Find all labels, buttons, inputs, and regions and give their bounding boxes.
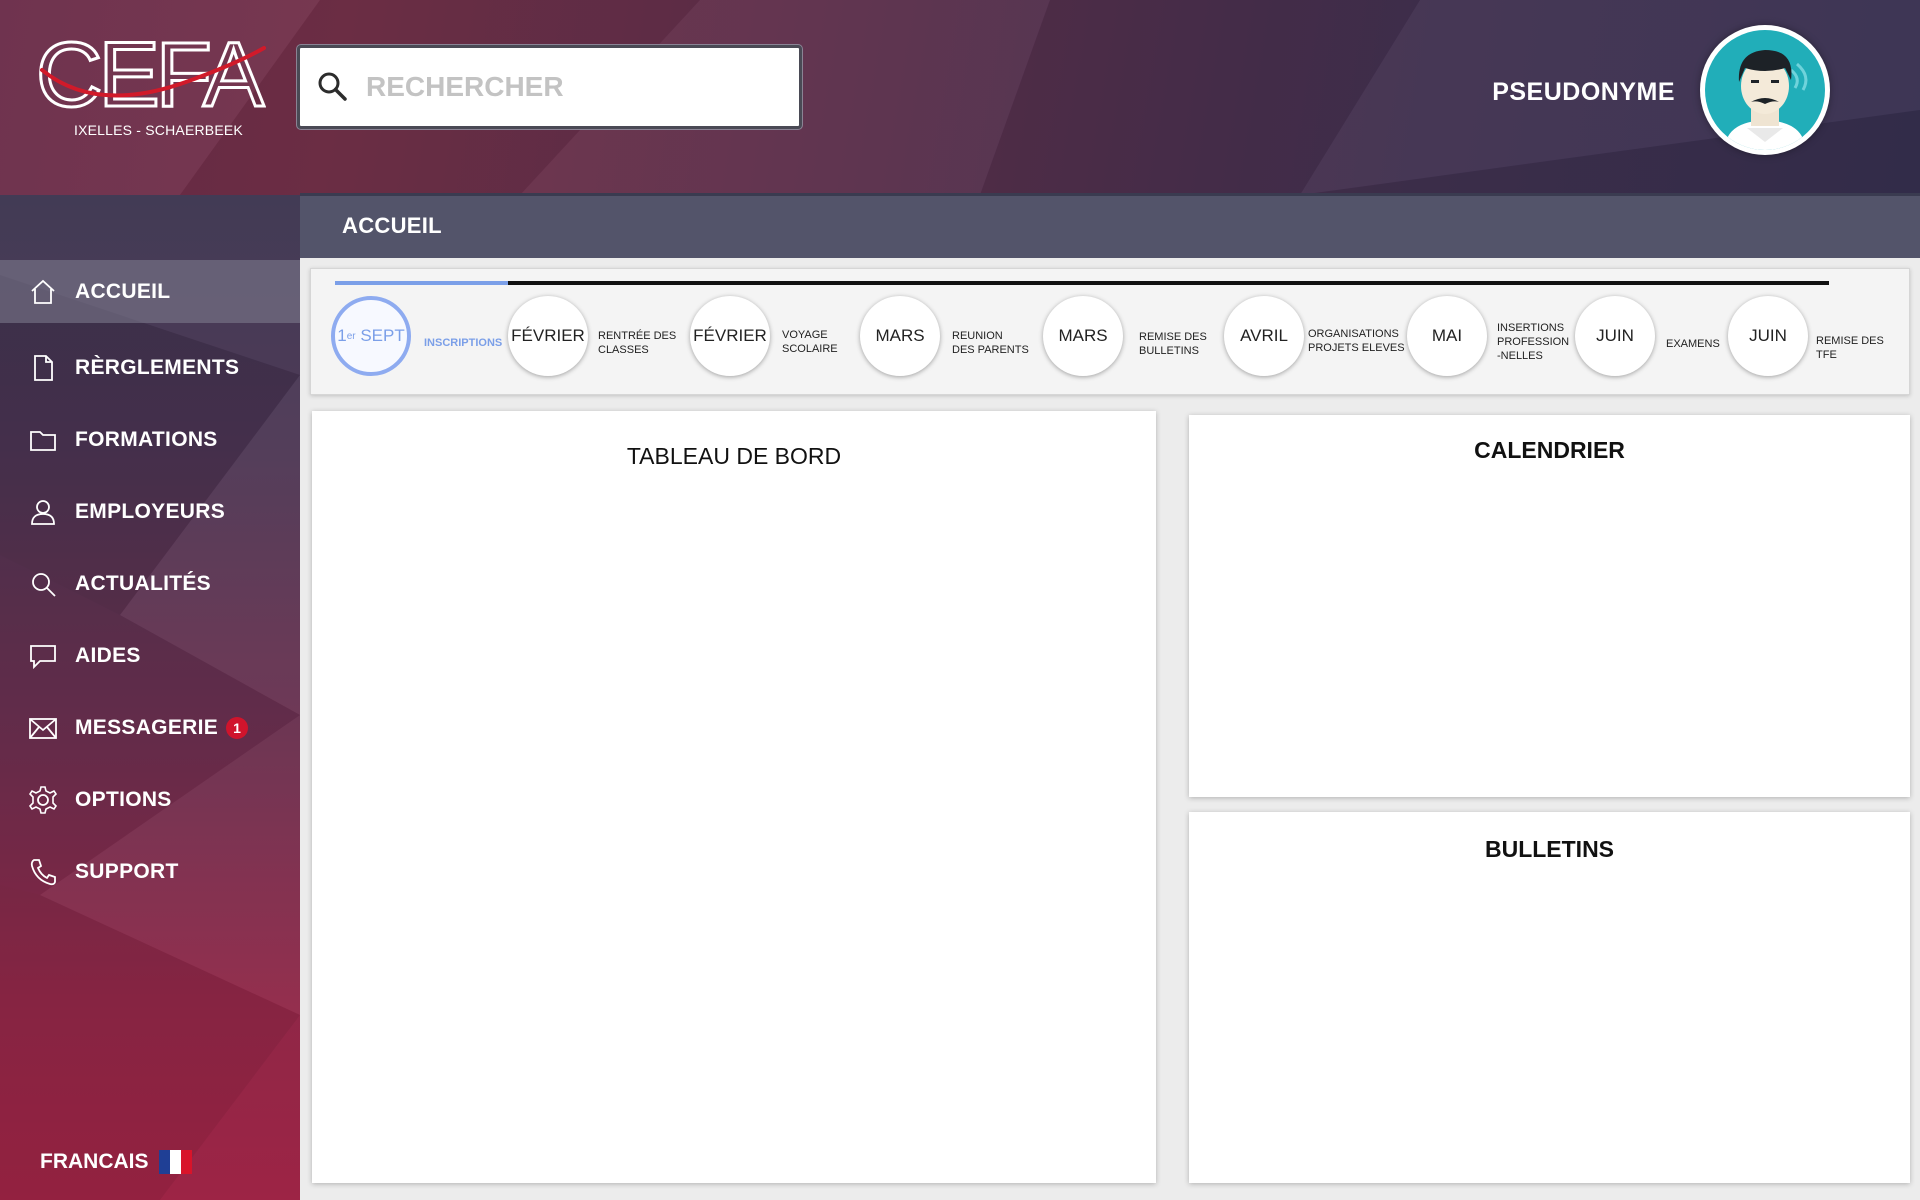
envelope-icon: [29, 718, 57, 739]
user-avatar-illustration: [1705, 30, 1825, 150]
home-icon: [31, 279, 55, 304]
sidebar-item-aides[interactable]: AIDES: [0, 620, 300, 692]
sidebar-nav: ACCUEIL RÈRGLEMENTS FORMATIONS EMPLOYEUR…: [0, 260, 300, 908]
timeline-node[interactable]: JUIN: [1575, 296, 1655, 376]
phone-icon: [30, 859, 56, 886]
timeline-date-sup: er: [346, 330, 356, 342]
sidebar-item-label: AIDES: [75, 644, 141, 667]
sidebar-item-support[interactable]: SUPPORT: [0, 836, 300, 908]
user-pseudonym[interactable]: PSEUDONYME: [1492, 78, 1675, 107]
avatar[interactable]: [1700, 25, 1830, 155]
user-icon: [31, 500, 55, 525]
folder-icon: [30, 431, 56, 451]
document-icon: [34, 355, 53, 381]
sidebar-item-label: ACCUEIL: [75, 279, 171, 303]
unread-badge: 1: [226, 717, 249, 739]
search-icon: [32, 573, 56, 597]
sidebar-item-label: OPTIONS: [75, 788, 172, 811]
timeline-date: FÉVRIER: [693, 326, 767, 345]
timeline-label: EXAMENS: [1666, 337, 1720, 351]
timeline-label: ORGANISATIONS PROJETS ELEVES: [1308, 327, 1405, 355]
sidebar-item-label: FORMATIONS: [75, 428, 218, 451]
timeline-label-line: TFE: [1816, 349, 1837, 361]
sidebar-item-options[interactable]: OPTIONS: [0, 764, 300, 836]
page-header-bar: ACCUEIL: [300, 193, 1920, 258]
timeline-date: JUIN: [1596, 326, 1634, 345]
sidebar-item-label: SUPPORT: [75, 860, 179, 883]
timeline-date: JUIN: [1749, 326, 1787, 345]
timeline-label-line: ORGANISATIONS: [1308, 328, 1399, 340]
timeline-progress: [335, 281, 508, 285]
sidebar-item-formations[interactable]: FORMATIONS: [0, 404, 300, 476]
timeline-label-line: REMISE DES: [1139, 331, 1207, 343]
bulletins-panel: BULLETINS: [1189, 812, 1910, 1183]
french-flag-icon: [158, 1150, 193, 1174]
timeline-label-line: -NELLES: [1497, 350, 1543, 362]
page-title: ACCUEIL: [342, 213, 442, 238]
timeline-label: REMISE DES TFE: [1816, 334, 1884, 362]
timeline-date: MAI: [1431, 326, 1463, 345]
gear-icon: [28, 786, 58, 814]
timeline-node-current[interactable]: 1 er SEPT: [331, 296, 411, 376]
calendar-title: CALENDRIER: [1474, 437, 1625, 463]
sidebar-item-employeurs[interactable]: EMPLOYEURS: [0, 476, 300, 548]
dashboard-panel: TABLEAU DE BORD: [312, 411, 1156, 1183]
timeline-date: FÉVRIER: [511, 326, 585, 345]
sidebar-item-label: RÈRGLEMENTS: [75, 356, 240, 379]
timeline-label-line: RENTRÉE DES: [598, 330, 677, 342]
logo-subtitle: IXELLES - SCHAERBEEK: [74, 122, 243, 138]
sidebar-item-accueil[interactable]: ACCUEIL: [0, 260, 300, 323]
timeline-label-line: EXAMENS: [1666, 338, 1720, 350]
sidebar-item-label: EMPLOYEURS: [75, 500, 226, 523]
timeline-label-line: REUNION: [952, 330, 1003, 342]
cefa-logo-mark: CEFA: [36, 30, 266, 114]
timeline-label: INSCRIPTIONS: [424, 336, 502, 350]
timeline-date-day: 1: [337, 326, 347, 345]
sidebar-item-reglements[interactable]: RÈRGLEMENTS: [0, 332, 300, 404]
sidebar-item-label: ACTUALITÉS: [75, 572, 211, 595]
timeline-date: MARS: [875, 326, 925, 345]
timeline-node[interactable]: FÉVRIER: [690, 296, 770, 376]
search-input[interactable]: [366, 62, 766, 112]
school-year-timeline: 1 er SEPT INSCRIPTIONS FÉVRIER RENTRÉE DE…: [310, 268, 1910, 395]
sidebar-item-actualites[interactable]: ACTUALITÉS: [0, 548, 300, 620]
timeline-node[interactable]: FÉVRIER: [508, 296, 588, 376]
timeline-label-line: VOYAGE: [782, 329, 828, 341]
chat-bubble-icon: [30, 645, 56, 670]
timeline-label-line: BULLETINS: [1139, 345, 1199, 357]
timeline-node[interactable]: MARS: [860, 296, 940, 376]
bulletins-title: BULLETINS: [1484, 836, 1615, 862]
sidebar-item-label: MESSAGERIE: [75, 716, 219, 739]
timeline-node[interactable]: MAI: [1407, 296, 1487, 376]
timeline-label-line: SCOLAIRE: [782, 343, 838, 355]
sidebar-item-messagerie[interactable]: MESSAGERIE 1: [0, 692, 300, 764]
language-label: FRANCAIS: [40, 1150, 149, 1173]
dashboard-title: TABLEAU DE BORD: [626, 443, 842, 469]
timeline-label-line: INSERTIONS: [1497, 322, 1565, 334]
timeline-label-line: CLASSES: [598, 344, 649, 356]
cefa-logo[interactable]: CEFA IXELLES - SCHAERBEEK: [36, 30, 266, 142]
timeline-label-line: PROFESSION: [1497, 336, 1570, 348]
timeline-label: INSERTIONS PROFESSION -NELLES: [1497, 321, 1569, 363]
timeline-date: MARS: [1058, 326, 1108, 345]
timeline-label: REMISE DES BULLETINS: [1139, 330, 1207, 358]
search-icon: [318, 72, 347, 101]
timeline-label: VOYAGE SCOLAIRE: [782, 328, 838, 356]
svg-text:CEFA: CEFA: [36, 30, 265, 114]
timeline-date: AVRIL: [1240, 326, 1288, 345]
timeline-label-line: DES PARENTS: [952, 344, 1029, 356]
timeline-label-line: INSCRIPTIONS: [424, 337, 503, 349]
timeline-label-line: PROJETS ELEVES: [1308, 342, 1405, 354]
timeline-node[interactable]: AVRIL: [1224, 296, 1304, 376]
timeline-label: REUNION DES PARENTS: [952, 329, 1029, 357]
timeline-label: RENTRÉE DES CLASSES: [598, 329, 676, 357]
search-box[interactable]: [297, 45, 802, 129]
timeline-label-line: REMISE DES: [1816, 335, 1884, 347]
language-selector[interactable]: FRANCAIS: [40, 1150, 193, 1174]
timeline-track: [335, 281, 1829, 285]
calendar-panel: CALENDRIER: [1189, 415, 1910, 797]
timeline-date-month: SEPT: [360, 326, 405, 345]
timeline-node[interactable]: JUIN: [1728, 296, 1808, 376]
timeline-node[interactable]: MARS: [1043, 296, 1123, 376]
